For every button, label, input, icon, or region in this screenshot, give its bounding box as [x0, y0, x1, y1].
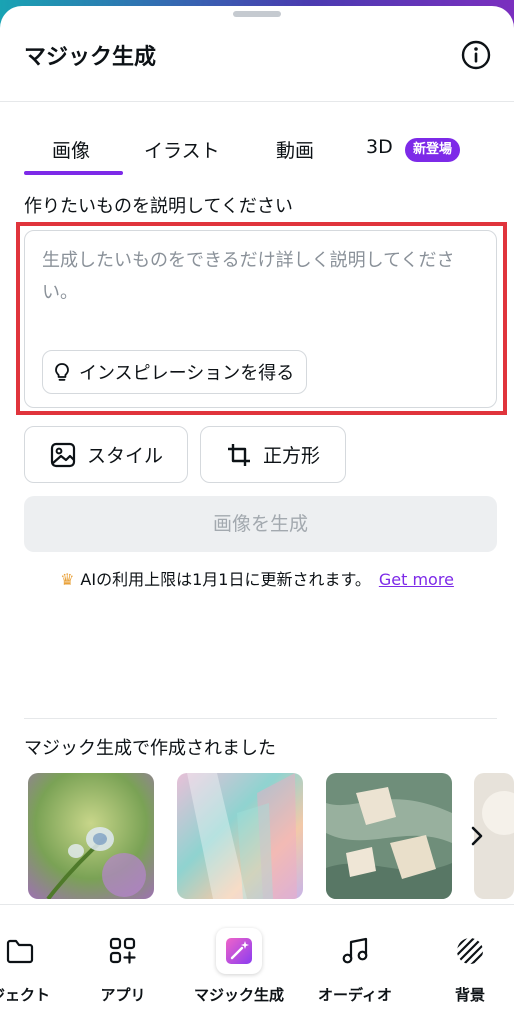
nav-label: マジック生成 [193, 986, 284, 1004]
page-title: マジック生成 [24, 45, 157, 70]
nav-label: オーディオ [318, 986, 392, 1004]
image-style-icon [50, 442, 76, 467]
nav-label: ジェクト [0, 986, 50, 1004]
folder-icon [4, 935, 36, 967]
style-button[interactable]: スタイル [24, 426, 188, 483]
lightbulb-icon [55, 363, 69, 381]
divider [24, 718, 497, 719]
usage-limit-row: ♛ AIの利用上限は1月1日に更新されます。 Get more [0, 566, 514, 590]
generate-image-button[interactable]: 画像を生成 [24, 496, 497, 552]
gallery-thumbnail[interactable] [177, 773, 303, 899]
nav-audio[interactable]: オーディオ [300, 935, 410, 1005]
prompt-input[interactable]: 生成したいものをできるだけ詳しく説明してください。 インスピレーションを得る [24, 230, 497, 408]
gallery-title: マジック生成で作成されました [24, 738, 276, 759]
tab-image[interactable]: 画像 [52, 136, 90, 163]
inspiration-label: インスピレーションを得る [79, 363, 295, 384]
info-icon[interactable] [460, 39, 492, 71]
prompt-label: 作りたいものを説明してください [24, 196, 293, 217]
nav-magic-generate[interactable]: マジック生成 [184, 928, 294, 1005]
crop-icon [228, 443, 250, 466]
inspiration-button[interactable]: インスピレーションを得る [42, 350, 308, 394]
background-pattern-icon [454, 935, 486, 967]
new-badge: 新登場 [405, 138, 461, 162]
tab-3d[interactable]: 3D [366, 136, 393, 158]
gallery-thumbnail[interactable] [28, 773, 154, 899]
magic-generate-sheet: マジック生成 画像 イラスト 動画 3D 新登場 作りたいものを説明してください… [0, 6, 514, 1024]
music-note-icon [339, 935, 371, 967]
style-label: スタイル [87, 445, 164, 467]
bottom-nav: ジェクト アプリ [0, 904, 514, 1024]
gallery-thumbnail[interactable] [326, 773, 452, 899]
nav-label: 背景 [454, 986, 485, 1004]
nav-background[interactable]: 背景 [415, 935, 514, 1005]
tab-video[interactable]: 動画 [276, 136, 314, 163]
crown-icon: ♛ [60, 570, 75, 589]
active-tab-indicator [24, 171, 123, 175]
aspect-ratio-label: 正方形 [263, 445, 321, 467]
nav-projects[interactable]: ジェクト [0, 935, 75, 1005]
tab-illustration[interactable]: イラスト [144, 136, 220, 163]
nav-apps[interactable]: アプリ [68, 935, 178, 1005]
magic-wand-icon [216, 928, 262, 974]
aspect-ratio-button[interactable]: 正方形 [200, 426, 346, 483]
chevron-right-icon[interactable] [463, 818, 491, 854]
get-more-link[interactable]: Get more [379, 570, 454, 589]
apps-grid-icon [107, 935, 139, 967]
usage-limit-text: AIの利用上限は1月1日に更新されます。 [80, 570, 371, 589]
prompt-placeholder: 生成したいものをできるだけ詳しく説明してください。 [42, 250, 455, 303]
sheet-header: マジック生成 [0, 6, 514, 102]
nav-label: アプリ [100, 986, 146, 1004]
tab-bar: 画像 イラスト 動画 3D 新登場 [0, 124, 514, 180]
